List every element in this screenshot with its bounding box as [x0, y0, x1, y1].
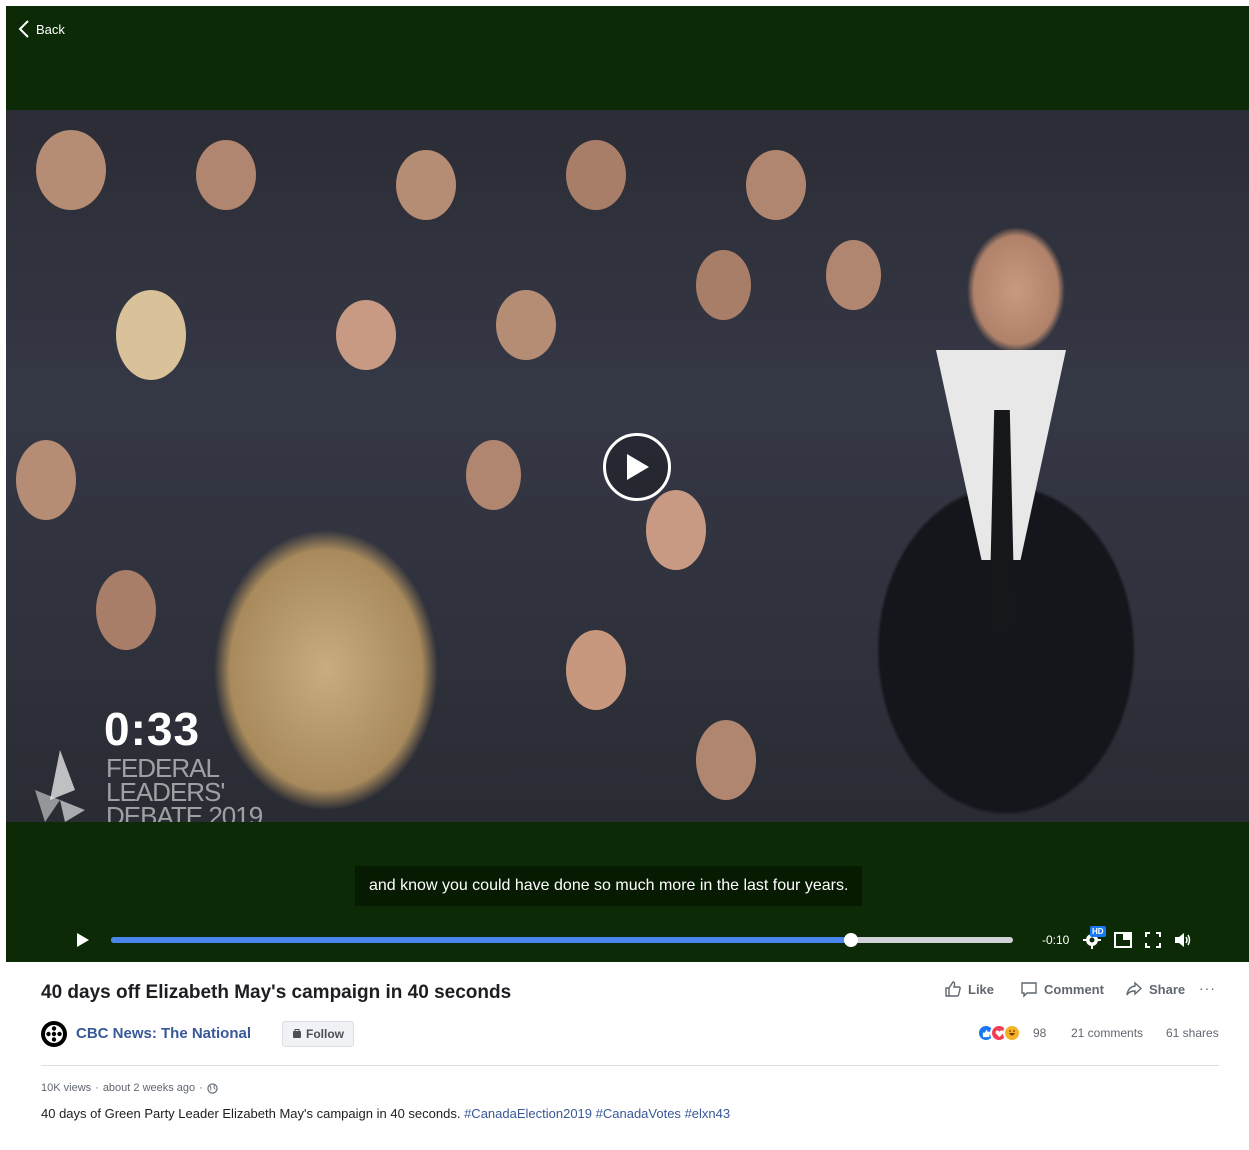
audience-face — [116, 290, 186, 380]
like-button[interactable]: Like — [944, 980, 994, 998]
audience-face — [746, 150, 806, 220]
audience-face — [646, 490, 706, 570]
post-time[interactable]: about 2 weeks ago — [103, 1082, 195, 1094]
progress-fill — [111, 937, 851, 943]
audience-face — [566, 630, 626, 710]
follow-label: Follow — [306, 1027, 344, 1041]
follow-button[interactable]: Follow — [282, 1021, 354, 1047]
video-info-panel: 40 days off Elizabeth May's campaign in … — [6, 962, 1249, 1150]
video-meta: 10K views · about 2 weeks ago · — [41, 1082, 218, 1094]
picture-in-picture-icon[interactable] — [1113, 930, 1133, 950]
progress-scrubber[interactable] — [843, 933, 858, 947]
audience-face — [36, 130, 106, 210]
share-icon — [1126, 981, 1143, 996]
shares-count-link[interactable]: 61 shares — [1166, 1026, 1219, 1040]
more-options-button[interactable]: ··· — [1199, 980, 1216, 996]
debate-line: DEBATE 2019 — [106, 801, 263, 822]
audience-face — [826, 240, 881, 310]
description-text: 40 days of Green Party Leader Elizabeth … — [41, 1106, 461, 1121]
view-count: 10K views — [41, 1082, 92, 1094]
video-title: 40 days off Elizabeth May's campaign in … — [41, 982, 512, 1003]
share-button[interactable]: Share — [1125, 980, 1185, 998]
follow-icon — [293, 1029, 301, 1038]
back-button[interactable]: Back — [18, 20, 65, 38]
thumbs-up-icon — [945, 981, 961, 997]
audience-face — [336, 300, 396, 370]
hd-badge: HD — [1090, 926, 1106, 937]
haha-reaction-icon — [1003, 1024, 1021, 1042]
audience-face — [496, 290, 556, 360]
audience-face — [696, 720, 756, 800]
video-player[interactable]: Back 0:33 FEDERAL LEADERS' DEBATE 2019 a… — [6, 6, 1249, 962]
globe-icon — [207, 1082, 218, 1094]
comments-count-link[interactable]: 21 comments — [1071, 1026, 1143, 1040]
chevron-left-icon — [18, 20, 29, 38]
center-play-button[interactable] — [603, 433, 671, 501]
hashtag-link[interactable]: #CanadaElection2019 — [464, 1106, 592, 1121]
back-label: Back — [36, 21, 65, 37]
meta-separator: · — [95, 1082, 99, 1094]
player-controls: -0:10 HD — [6, 924, 1249, 956]
page-avatar[interactable] — [41, 1021, 67, 1047]
audience-face — [466, 440, 521, 510]
comment-label: Comment — [1044, 981, 1104, 997]
play-icon[interactable] — [76, 933, 90, 947]
subtitle-caption: and know you could have done so much mor… — [355, 866, 863, 906]
audience-face — [16, 440, 76, 520]
play-icon — [627, 454, 649, 480]
debate-logo-icon — [35, 750, 85, 822]
page-name-link[interactable]: CBC News: The National — [76, 1025, 251, 1042]
video-description: 40 days of Green Party Leader Elizabeth … — [41, 1106, 730, 1121]
cbc-logo-icon — [45, 1025, 63, 1043]
comment-button[interactable]: Comment — [1020, 980, 1104, 998]
like-label: Like — [968, 981, 995, 997]
audience-face — [566, 140, 626, 210]
reaction-icons[interactable] — [977, 1024, 1021, 1042]
hashtag-link[interactable]: #CanadaVotes — [596, 1106, 681, 1121]
divider — [41, 1065, 1219, 1066]
audience-face — [196, 140, 256, 210]
progress-bar[interactable] — [111, 933, 1013, 947]
duration-overlay: 0:33 — [104, 703, 201, 755]
time-remaining: -0:10 — [1042, 933, 1070, 947]
audience-face — [96, 570, 156, 650]
volume-icon[interactable] — [1173, 930, 1193, 950]
audience-face — [696, 250, 751, 320]
fullscreen-icon[interactable] — [1143, 930, 1163, 950]
share-label: Share — [1149, 981, 1186, 997]
comment-icon — [1021, 982, 1037, 998]
audience-face — [396, 150, 456, 220]
hashtag-link[interactable]: #elxn43 — [685, 1106, 731, 1121]
debate-watermark: FEDERAL LEADERS' DEBATE 2019 — [106, 755, 263, 822]
reaction-count[interactable]: 98 — [1033, 1026, 1046, 1040]
meta-separator: · — [199, 1082, 203, 1094]
